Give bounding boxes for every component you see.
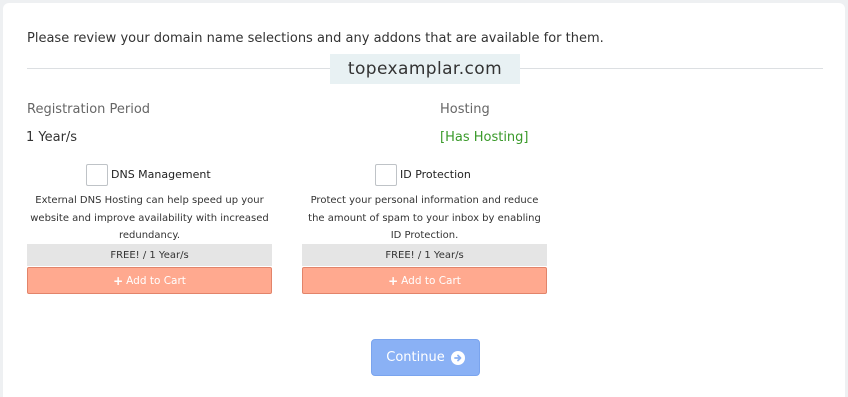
continue-label: Continue xyxy=(386,350,445,365)
arrow-circle-right-icon xyxy=(450,350,465,365)
registration-period-value: 1 Year/s xyxy=(26,130,78,145)
addon-description: External DNS Hosting can help speed up y… xyxy=(30,195,269,241)
dns-management-checkbox[interactable] xyxy=(86,164,108,186)
addon-header: ID Protection xyxy=(302,164,547,190)
plus-icon: + xyxy=(388,273,399,288)
domain-review-panel: Please review your domain name selection… xyxy=(3,3,845,397)
add-to-cart-button[interactable]: + Add to Cart xyxy=(302,267,547,294)
addon-price: FREE! / 1 Year/s xyxy=(302,244,547,266)
intro-text: Please review your domain name selection… xyxy=(27,31,604,46)
addon-dns-management: DNS Management External DNS Hosting can … xyxy=(27,164,272,294)
add-to-cart-label: Add to Cart xyxy=(126,274,186,287)
plus-icon: + xyxy=(113,273,124,288)
add-to-cart-label: Add to Cart xyxy=(401,274,461,287)
continue-button[interactable]: Continue xyxy=(371,339,480,376)
domain-name: topexamplar.com xyxy=(330,54,520,84)
addon-description: Protect your personal information and re… xyxy=(308,195,541,241)
id-protection-checkbox[interactable] xyxy=(375,164,397,186)
hosting-value: [Has Hosting] xyxy=(440,130,529,145)
hosting-label: Hosting xyxy=(440,102,490,117)
addon-price: FREE! / 1 Year/s xyxy=(27,244,272,266)
add-to-cart-button[interactable]: + Add to Cart xyxy=(27,267,272,294)
registration-period-label: Registration Period xyxy=(27,102,151,117)
addon-name: DNS Management xyxy=(111,168,211,181)
addon-id-protection: ID Protection Protect your personal info… xyxy=(302,164,547,294)
addon-header: DNS Management xyxy=(27,164,272,190)
addon-name: ID Protection xyxy=(400,168,471,181)
